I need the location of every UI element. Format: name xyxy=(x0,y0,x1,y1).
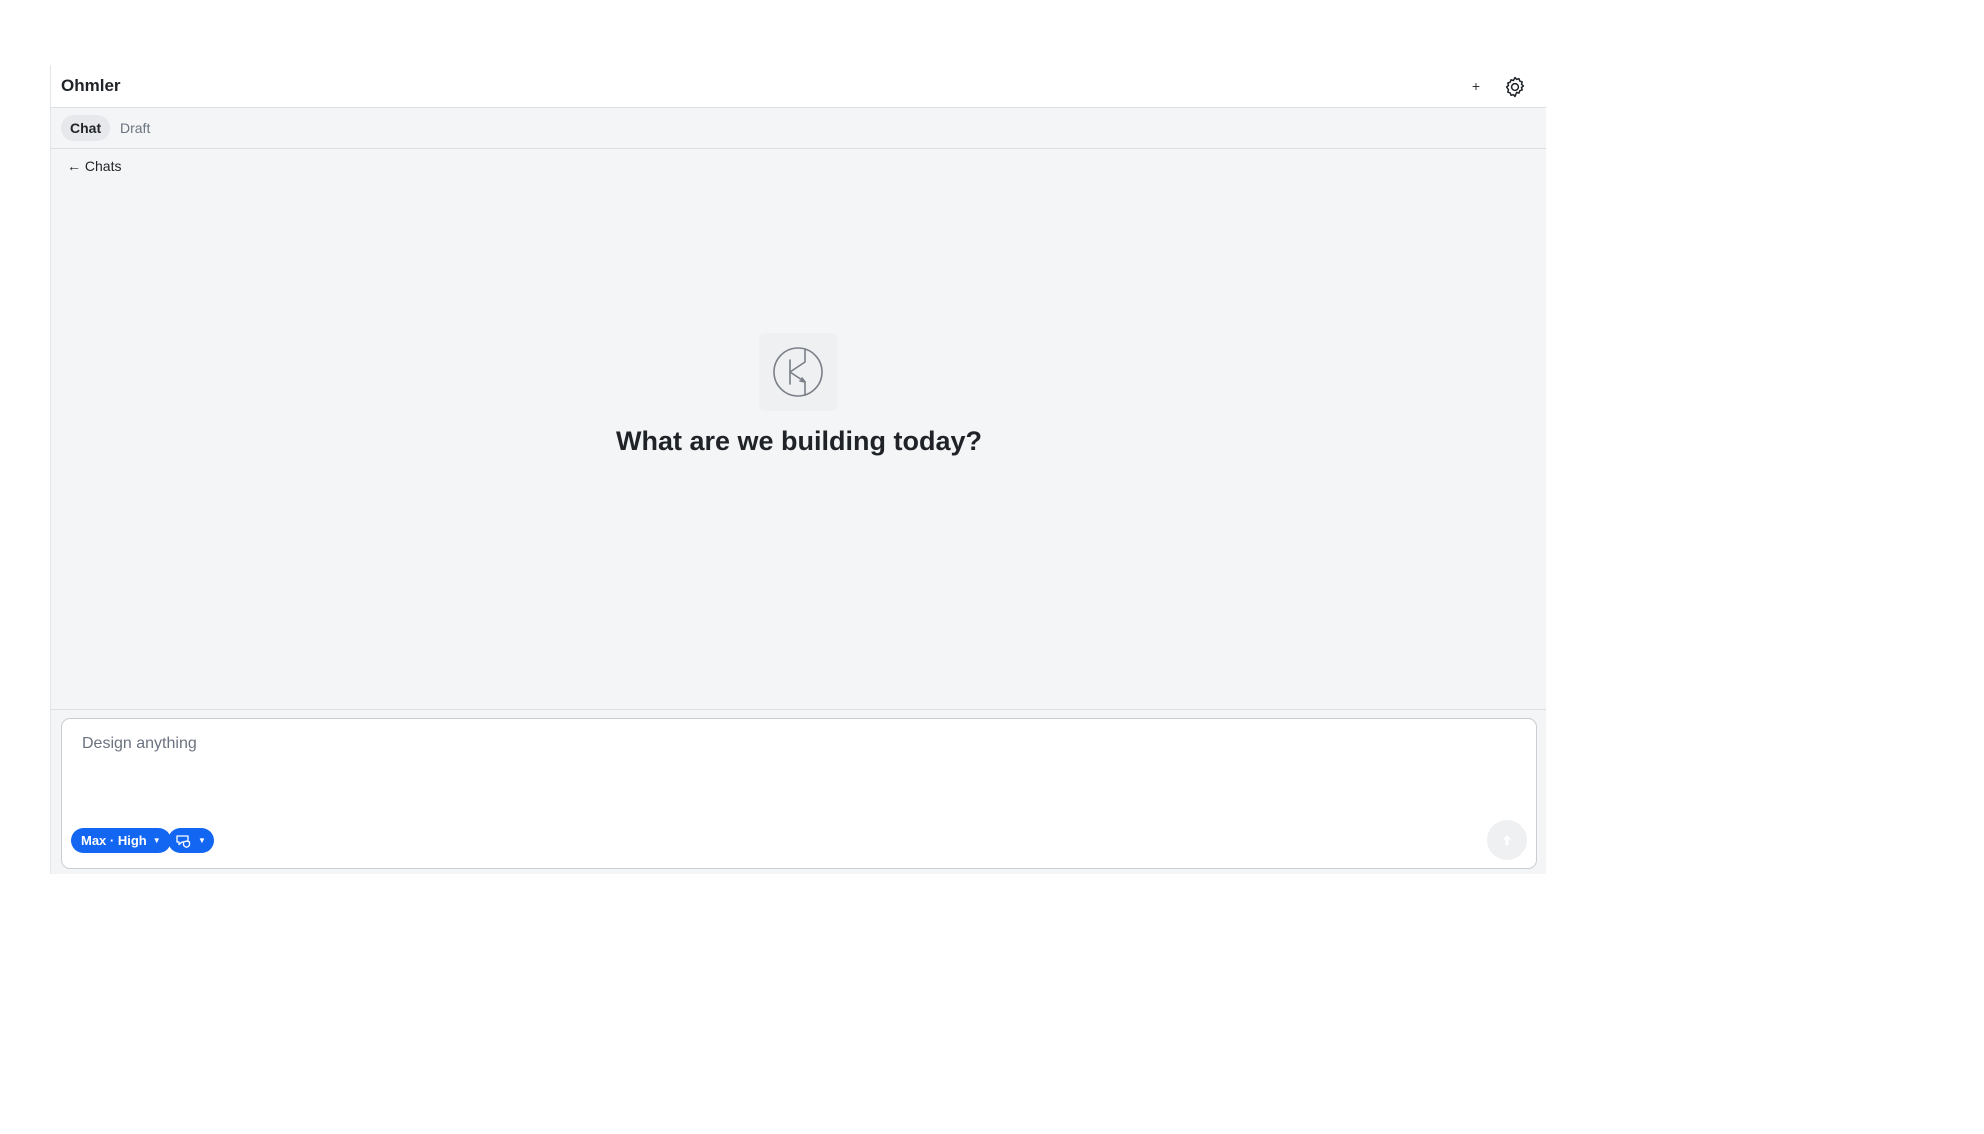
mode-selector-button[interactable]: ▼ xyxy=(168,828,214,853)
prompt-input[interactable] xyxy=(72,729,1522,819)
tab-draft[interactable]: Draft xyxy=(111,115,159,141)
model-selector-label: Max · High xyxy=(81,833,147,848)
tab-chat[interactable]: Chat xyxy=(61,115,111,141)
settings-button[interactable] xyxy=(1503,75,1527,99)
transistor-logo-icon xyxy=(773,347,823,397)
app-header: Ohmler + xyxy=(51,65,1546,108)
app-logo xyxy=(759,333,837,411)
arrow-up-icon xyxy=(1503,835,1511,845)
empty-state-headline: What are we building today? xyxy=(615,426,983,456)
gear-icon xyxy=(1505,76,1525,98)
back-to-chats-link[interactable]: ← Chats xyxy=(67,158,121,174)
send-button[interactable] xyxy=(1487,820,1527,860)
new-chat-button[interactable]: + xyxy=(1467,77,1485,95)
plus-icon: + xyxy=(1471,78,1481,94)
app-title: Ohmler xyxy=(61,76,121,95)
divider xyxy=(51,709,1546,710)
app-panel: Ohmler + Chat Draft ← Chats What are we … xyxy=(50,65,1546,874)
message-composer: Max · High ▼ ▼ xyxy=(61,718,1537,869)
chevron-down-icon: ▼ xyxy=(152,836,161,845)
chat-shield-icon xyxy=(176,834,191,848)
tab-bar: Chat Draft xyxy=(51,108,1546,149)
model-selector-button[interactable]: Max · High ▼ xyxy=(71,828,171,853)
chevron-down-icon: ▼ xyxy=(198,836,206,845)
